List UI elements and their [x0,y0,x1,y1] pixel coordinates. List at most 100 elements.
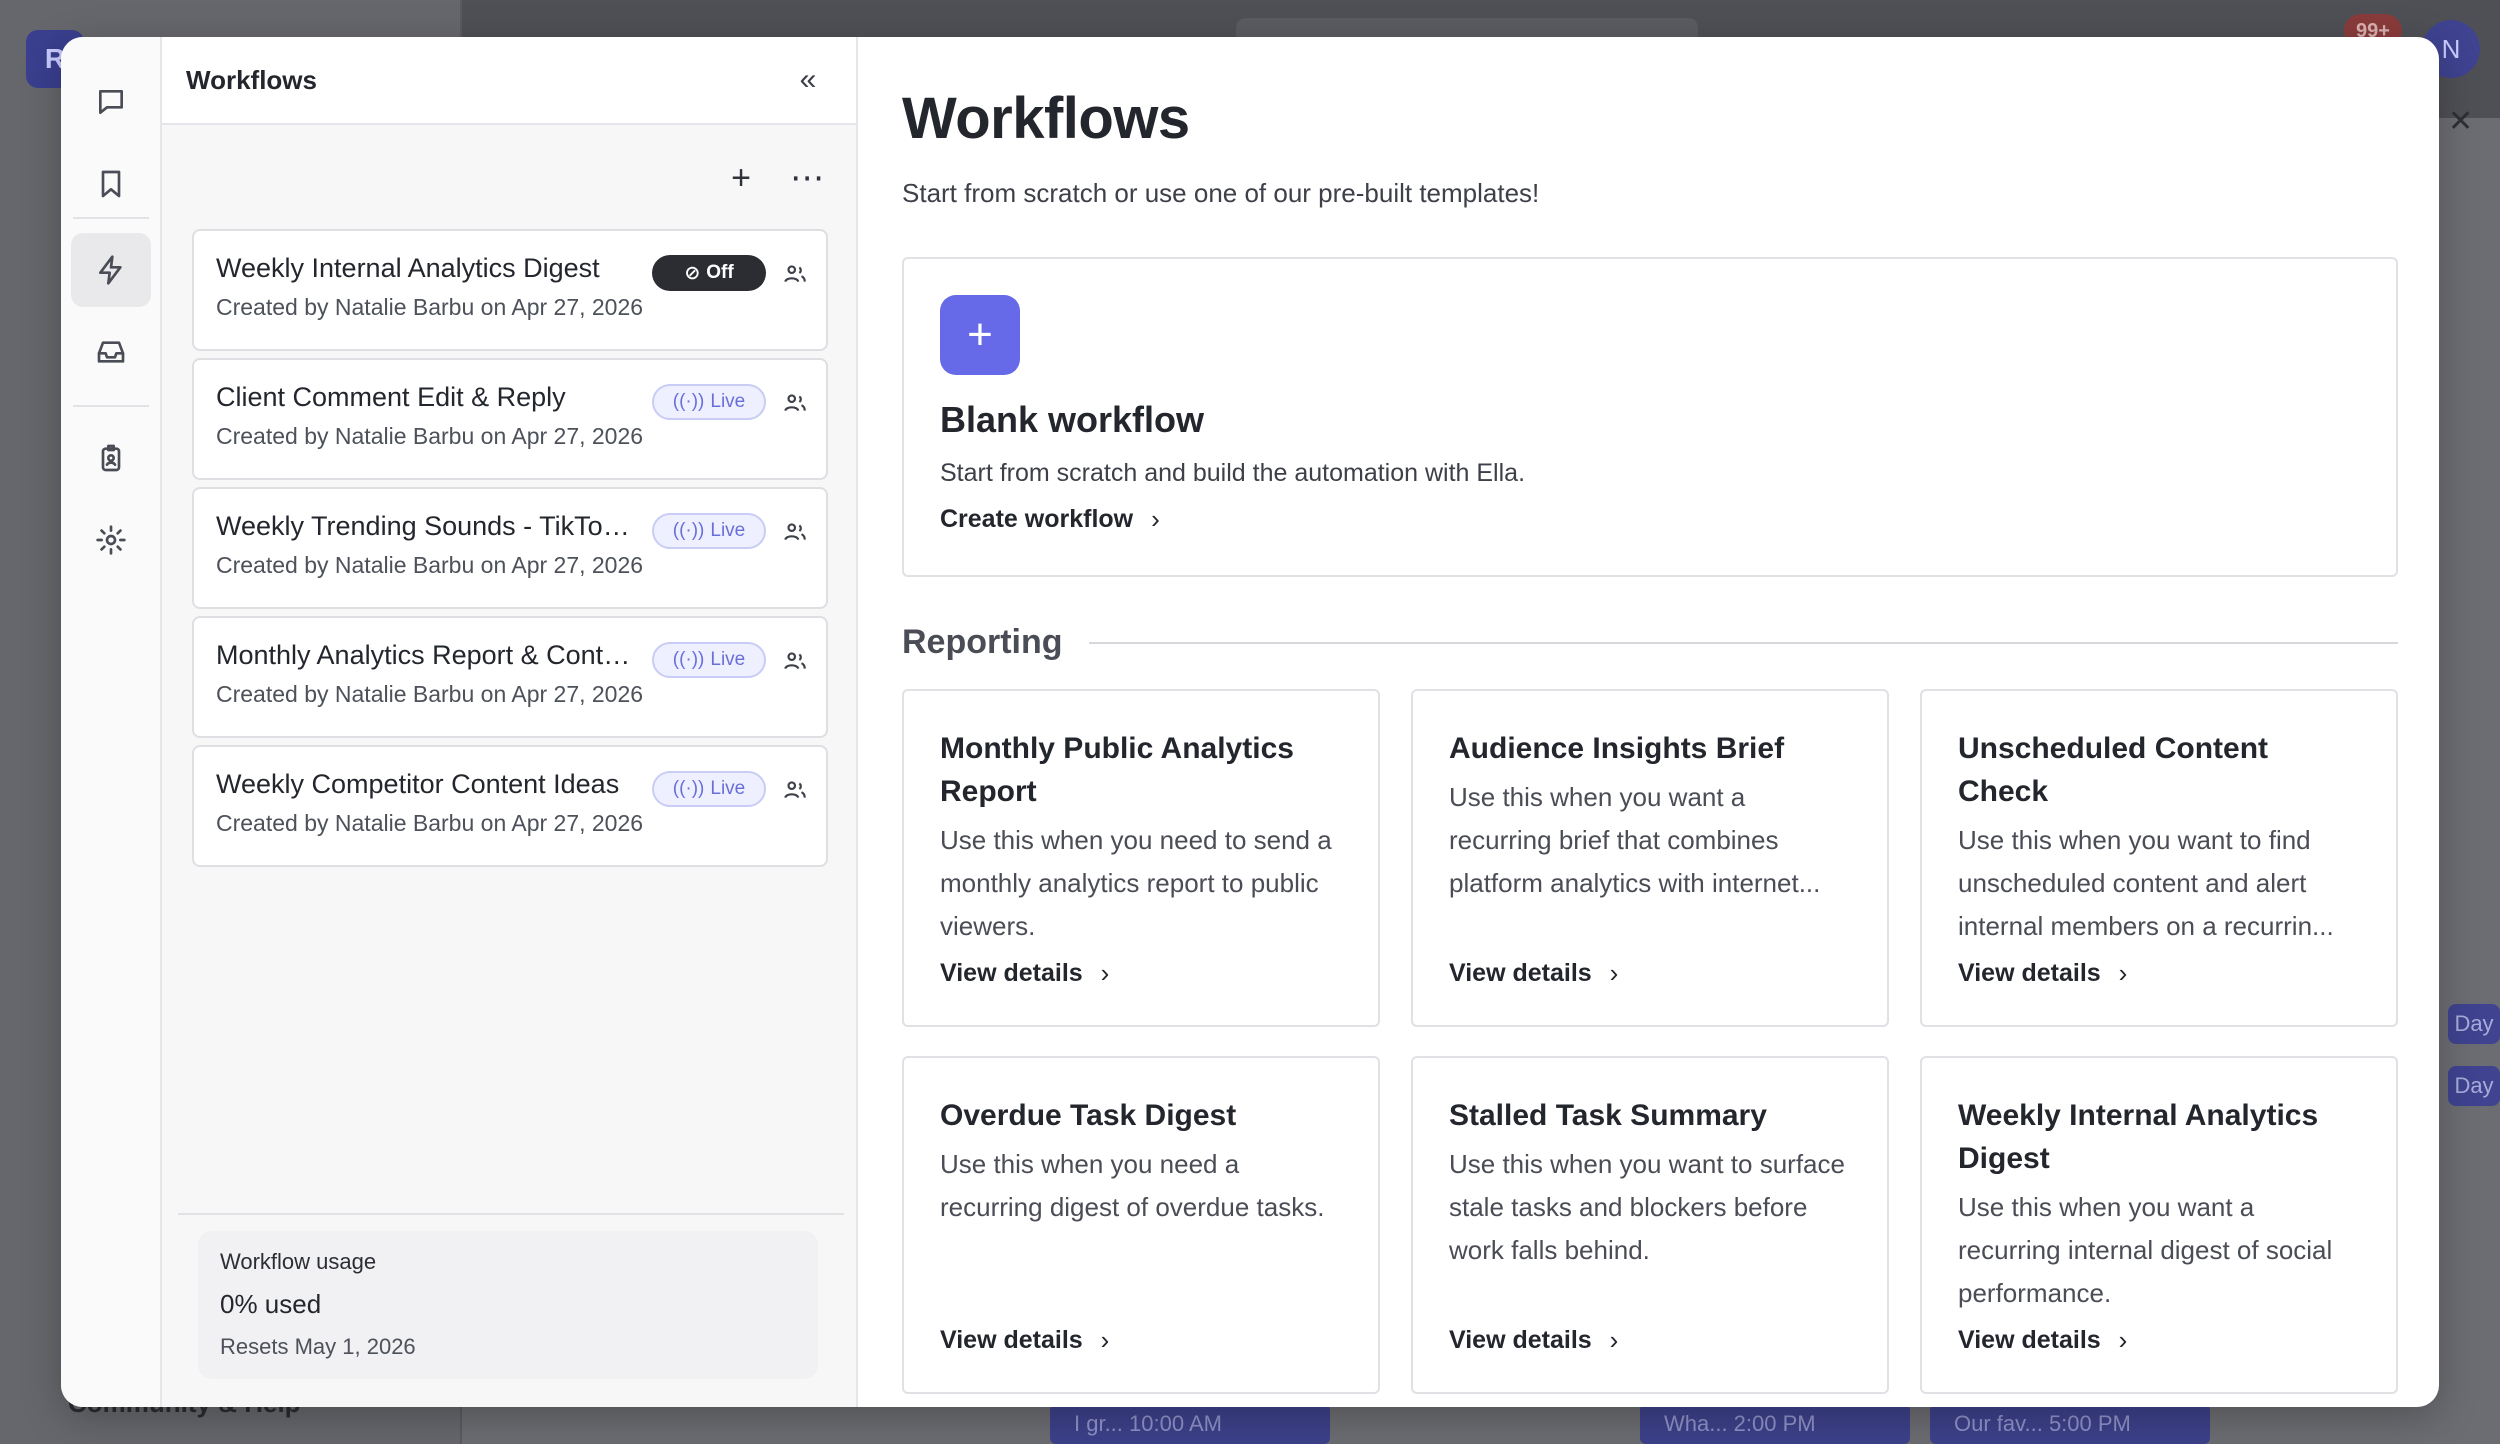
workflow-meta: Created by Natalie Barbu on Apr 27, 2026 [216,552,644,578]
chevron-right-icon: › [1100,1325,1110,1355]
workflow-card[interactable]: Weekly Internal Analytics Digest Created… [192,229,828,351]
bookmark-icon[interactable] [71,147,151,221]
icon-rail [61,37,162,1407]
workflow-name: Monthly Analytics Report & Content Ideas [216,640,636,670]
template-description: Use this when you want to find unschedul… [1958,825,2334,941]
view-details-label: View details [1449,1326,1592,1354]
inbox-icon[interactable] [71,315,151,389]
status-label: Live [710,391,746,412]
workflow-name: Weekly Internal Analytics Digest [216,253,600,283]
create-workflow-link[interactable]: Create workflow › [940,504,1160,535]
background-day-pill: Day [2448,1066,2500,1106]
usage-percent: 0% used [220,1289,322,1319]
template-card[interactable]: Weekly Internal Analytics Digest Use thi… [1920,1056,2398,1394]
template-title: Audience Insights Brief [1449,732,1785,765]
workflow-name: Client Comment Edit & Reply [216,382,566,412]
add-icon[interactable]: + [716,153,766,203]
page-subtitle: Start from scratch or use one of our pre… [902,178,1540,208]
more-icon[interactable]: ⋯ [782,153,832,203]
workflow-meta: Created by Natalie Barbu on Apr 27, 2026 [216,681,644,707]
view-details-label: View details [1958,959,2101,987]
template-title: Weekly Internal Analytics Digest [1958,1099,2319,1175]
collapse-icon[interactable]: « [784,56,832,104]
rail-divider [73,405,149,407]
view-details-link[interactable]: View details › [940,1325,1109,1356]
chat-icon[interactable] [71,65,151,139]
list-header: Workflows « [162,37,856,125]
broadcast-icon: ((·)) [672,520,705,541]
template-card[interactable]: Overdue Task Digest Use this when you ne… [902,1056,1380,1394]
usage-title: Workflow usage [220,1249,377,1274]
view-details-link[interactable]: View details › [1958,958,2127,989]
workflow-name: Weekly Competitor Content Ideas [216,769,620,799]
workflow-meta: Created by Natalie Barbu on Apr 27, 2026 [216,810,644,836]
rail-divider [73,217,149,219]
page-title: Workflows [902,86,1190,151]
status-badge[interactable]: ((·)) Live [652,384,766,420]
view-details-label: View details [1958,1326,2101,1354]
section-title: Reporting [902,623,1063,661]
blank-workflow-card[interactable]: + Blank workflow Start from scratch and … [902,257,2398,577]
template-description: Use this when you want to surface stale … [1449,1149,1845,1265]
users-icon [782,261,808,287]
background-day-pill: Day [2448,1004,2500,1044]
users-icon [782,519,808,545]
background-event: Our fav... 5:00 PM [1930,1404,2210,1444]
status-badge[interactable]: ((·)) Live [652,513,766,549]
status-badge[interactable]: ⊘ Off [652,255,766,291]
users-icon [782,390,808,416]
id-badge-icon[interactable] [71,421,151,495]
chevron-right-icon: › [2118,958,2128,988]
template-card[interactable]: Stalled Task Summary Use this when you w… [1411,1056,1889,1394]
template-card[interactable]: Monthly Public Analytics Report Use this… [902,689,1380,1027]
template-description: Use this when you need a recurring diges… [940,1149,1325,1222]
plus-icon[interactable]: + [940,295,1020,375]
workflow-card[interactable]: Client Comment Edit & Reply Created by N… [192,358,828,480]
template-title: Unscheduled Content Check [1958,732,2269,808]
blank-workflow-description: Start from scratch and build the automat… [940,459,1526,487]
create-workflow-label: Create workflow [940,505,1134,533]
users-icon [782,648,808,674]
template-title: Stalled Task Summary [1449,1099,1767,1132]
workflows-modal: Workflows « + ⋯ Weekly Internal Analytic… [61,37,2439,1407]
chevron-right-icon: › [1151,504,1160,534]
template-description: Use this when you need to send a monthly… [940,825,1332,941]
view-details-label: View details [940,1326,1083,1354]
workflow-name: Weekly Trending Sounds - TikTok Report [216,511,636,541]
chevron-right-icon: › [1100,958,1110,988]
template-title: Monthly Public Analytics Report [940,732,1294,808]
main-content: Workflows Start from scratch or use one … [858,37,2439,1407]
chevron-right-icon: › [1609,1325,1619,1355]
gear-icon[interactable] [71,503,151,577]
template-description: Use this when you want a recurring inter… [1958,1192,2333,1308]
template-description: Use this when you want a recurring brief… [1449,782,1821,898]
workflow-card[interactable]: Weekly Trending Sounds - TikTok Report C… [192,487,828,609]
workflows-list-panel: Workflows « + ⋯ Weekly Internal Analytic… [162,37,858,1407]
workflow-card[interactable]: Monthly Analytics Report & Content Ideas… [192,616,828,738]
broadcast-icon: ((·)) [672,649,705,670]
workflow-card[interactable]: Weekly Competitor Content Ideas Created … [192,745,828,867]
usage-section: Workflow usage 0% used Resets May 1, 202… [178,1213,844,1407]
template-title: Overdue Task Digest [940,1099,1237,1132]
status-badge[interactable]: ((·)) Live [652,642,766,678]
view-details-link[interactable]: View details › [1958,1325,2127,1356]
template-card[interactable]: Unscheduled Content Check Use this when … [1920,689,2398,1027]
workflow-meta: Created by Natalie Barbu on Apr 27, 2026 [216,294,644,320]
view-details-link[interactable]: View details › [1449,1325,1618,1356]
section-divider [1088,641,2398,644]
view-details-link[interactable]: View details › [940,958,1109,989]
background-close-icon: ✕ [2448,105,2474,138]
list-tools: + ⋯ [716,153,832,203]
users-icon [782,777,808,803]
status-badge[interactable]: ((·)) Live [652,771,766,807]
background-event: Wha... 2:00 PM [1640,1404,1910,1444]
view-details-label: View details [940,959,1083,987]
lightning-icon[interactable] [71,233,151,307]
status-label: Live [710,649,746,670]
workflow-meta: Created by Natalie Barbu on Apr 27, 2026 [216,423,644,449]
chevron-right-icon: › [2118,1325,2128,1355]
template-grid: Monthly Public Analytics Report Use this… [902,689,2398,1394]
paused-icon: ⊘ [684,262,701,284]
template-card[interactable]: Audience Insights Brief Use this when yo… [1411,689,1889,1027]
view-details-link[interactable]: View details › [1449,958,1618,989]
